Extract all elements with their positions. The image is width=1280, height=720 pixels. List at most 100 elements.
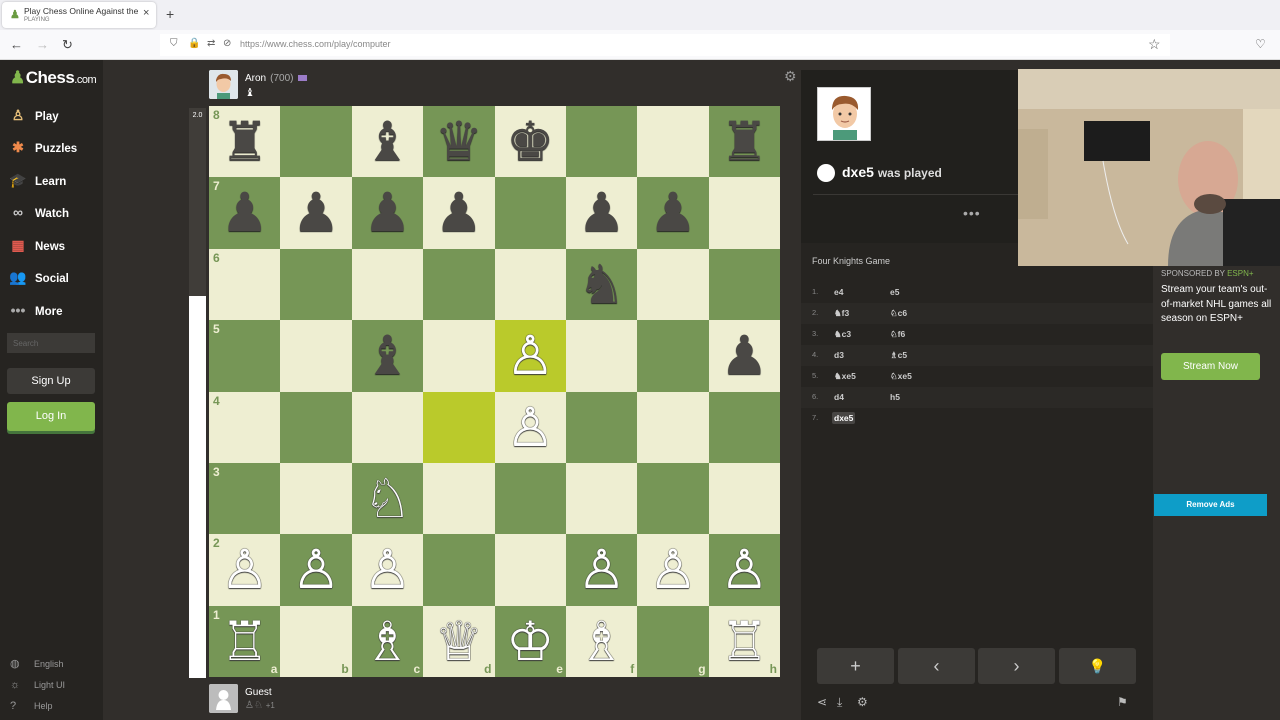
white-piece-d1[interactable]: ♕ xyxy=(423,606,494,677)
square-f8[interactable] xyxy=(565,106,638,178)
square-g7[interactable]: ♟ xyxy=(637,177,709,249)
square-f5[interactable] xyxy=(565,320,638,392)
black-piece-b7[interactable]: ♟ xyxy=(280,177,351,248)
square-a3[interactable]: 3 xyxy=(209,462,281,535)
resign-flag-icon[interactable]: ⚑ xyxy=(1117,695,1128,709)
square-e3[interactable] xyxy=(494,462,566,535)
square-b7[interactable]: ♟ xyxy=(280,177,352,249)
browser-tab[interactable]: ♟ Play Chess Online Against the C PLAYIN… xyxy=(2,2,156,28)
opening-name[interactable]: Four Knights Game xyxy=(812,256,890,266)
square-e7[interactable] xyxy=(494,177,566,249)
white-piece-a1[interactable]: ♖ xyxy=(209,606,280,677)
black-move[interactable]: ♘c6 xyxy=(888,307,909,320)
white-piece-e1[interactable]: ♔ xyxy=(495,606,566,677)
white-piece-a2[interactable]: ♙ xyxy=(209,534,280,605)
square-a2[interactable]: 2 ♙ xyxy=(209,534,281,606)
square-d7[interactable]: ♟ xyxy=(423,177,495,249)
square-a6[interactable]: 6 xyxy=(209,248,281,321)
tab-close-button[interactable]: × xyxy=(143,7,149,19)
square-c7[interactable]: ♟ xyxy=(351,177,424,249)
white-move[interactable]: dxe5 xyxy=(832,412,856,424)
black-piece-h5[interactable]: ♟ xyxy=(709,320,780,391)
white-move[interactable]: d4 xyxy=(832,391,846,403)
square-h8[interactable]: ♜ xyxy=(708,106,781,178)
back-icon[interactable]: ← xyxy=(10,37,23,53)
black-piece-d8[interactable]: ♛ xyxy=(423,106,494,177)
white-piece-e5[interactable]: ♙ xyxy=(495,320,566,391)
board-settings-gear-icon[interactable]: ⚙ xyxy=(784,68,797,85)
previous-move-button[interactable]: ‹ xyxy=(898,648,975,684)
black-move[interactable]: ♘xe5 xyxy=(888,370,914,383)
white-piece-f2[interactable]: ♙ xyxy=(566,534,637,605)
add-button[interactable]: + xyxy=(817,648,894,684)
square-e6[interactable] xyxy=(494,248,566,321)
square-a7[interactable]: 7 ♟ xyxy=(209,177,281,249)
theme-item[interactable]: ☼ Light UI xyxy=(10,678,65,692)
forward-icon[interactable]: → xyxy=(36,37,49,53)
sidebar-item-more[interactable]: ••• More xyxy=(8,300,100,320)
ad-stream-now-button[interactable]: Stream Now xyxy=(1161,353,1260,380)
square-d2[interactable] xyxy=(423,534,495,606)
square-e8[interactable]: ♚ xyxy=(494,106,566,178)
reload-icon[interactable]: ↻ xyxy=(62,37,73,53)
square-f4[interactable] xyxy=(565,391,638,463)
square-e5[interactable]: ♙ xyxy=(494,320,566,392)
square-g4[interactable] xyxy=(637,391,709,463)
square-h7[interactable] xyxy=(708,177,781,249)
black-piece-f6[interactable]: ♞ xyxy=(566,249,637,320)
white-piece-f1[interactable]: ♗ xyxy=(566,606,637,677)
square-b8[interactable] xyxy=(280,106,352,178)
square-c8[interactable]: ♝ xyxy=(351,106,424,178)
square-d6[interactable] xyxy=(423,248,495,321)
square-h1[interactable]: h ♖ xyxy=(708,605,781,678)
square-h2[interactable]: ♙ xyxy=(708,534,781,606)
sidebar-item-watch[interactable]: ∞ Watch xyxy=(8,202,100,222)
black-move[interactable]: ♗c5 xyxy=(888,349,909,362)
square-a4[interactable]: 4 xyxy=(209,391,281,463)
white-piece-c3[interactable]: ♘ xyxy=(352,463,423,534)
white-piece-c2[interactable]: ♙ xyxy=(352,534,423,605)
square-f2[interactable]: ♙ xyxy=(565,534,638,606)
square-h4[interactable] xyxy=(708,391,781,463)
square-f7[interactable]: ♟ xyxy=(565,177,638,249)
square-g6[interactable] xyxy=(637,248,709,321)
square-e4[interactable]: ♙ xyxy=(494,391,566,463)
square-a1[interactable]: 1 a ♖ xyxy=(209,605,281,678)
square-g3[interactable] xyxy=(637,462,709,535)
white-move[interactable]: e4 xyxy=(832,286,845,298)
square-e2[interactable] xyxy=(494,534,566,606)
white-piece-c1[interactable]: ♗ xyxy=(352,606,423,677)
avatar[interactable] xyxy=(209,70,238,99)
square-c2[interactable]: ♙ xyxy=(351,534,424,606)
lock-icon[interactable]: 🔒 xyxy=(188,38,200,49)
black-move[interactable]: h5 xyxy=(888,391,902,403)
signup-button[interactable]: Sign Up xyxy=(7,368,95,394)
square-c3[interactable]: ♘ xyxy=(351,462,424,535)
white-piece-g2[interactable]: ♙ xyxy=(637,534,708,605)
top-player-name[interactable]: Aron (700) xyxy=(245,73,308,84)
square-c1[interactable]: c ♗ xyxy=(351,605,424,678)
square-f3[interactable] xyxy=(565,462,638,535)
square-h3[interactable] xyxy=(708,462,781,535)
language-item[interactable]: ◍ English xyxy=(10,657,64,671)
download-icon[interactable]: ⤓ xyxy=(837,695,842,710)
black-move[interactable]: ♘f6 xyxy=(888,328,907,341)
shield-icon[interactable]: ⛉ xyxy=(170,38,178,49)
login-button[interactable]: Log In xyxy=(7,402,95,431)
settings-gear-icon[interactable]: ⚙ xyxy=(857,695,868,709)
square-f1[interactable]: f ♗ xyxy=(565,605,638,678)
black-piece-a8[interactable]: ♜ xyxy=(209,106,280,177)
hint-lightbulb-button[interactable]: 💡 xyxy=(1059,648,1136,684)
avatar[interactable] xyxy=(209,684,238,713)
sidebar-item-news[interactable]: ▦ News xyxy=(8,235,100,255)
square-b4[interactable] xyxy=(280,391,352,463)
square-c6[interactable] xyxy=(351,248,424,321)
sidebar-item-puzzles[interactable]: ✱ Puzzles xyxy=(8,137,100,157)
black-piece-c7[interactable]: ♟ xyxy=(352,177,423,248)
square-c4[interactable] xyxy=(351,391,424,463)
pocket-icon[interactable]: ♡ xyxy=(1255,37,1266,51)
help-item[interactable]: ? Help xyxy=(10,699,53,713)
square-d3[interactable] xyxy=(423,462,495,535)
url-text[interactable]: https://www.chess.com/play/computer xyxy=(240,39,391,49)
square-d5[interactable] xyxy=(423,320,495,392)
